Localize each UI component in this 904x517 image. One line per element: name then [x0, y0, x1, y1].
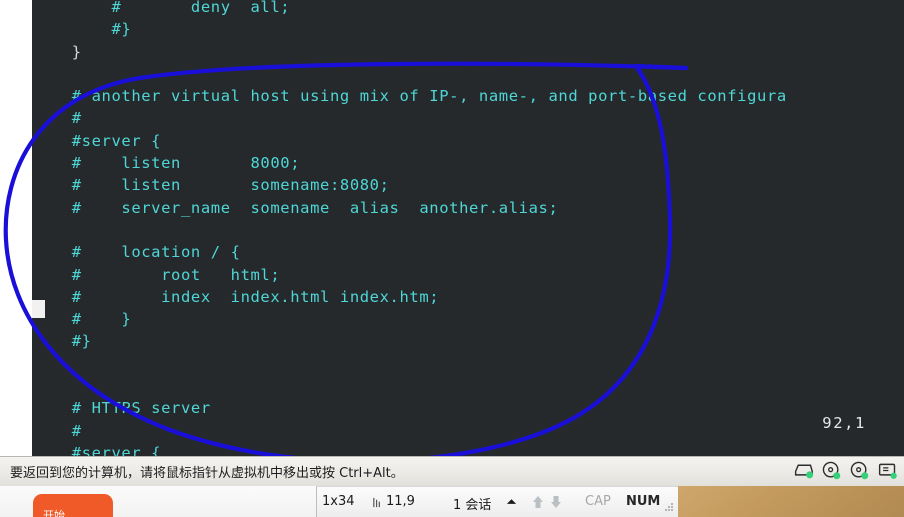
screen-root: # deny all; #} } # another virtual host …: [0, 0, 904, 517]
terminal-line: # listen somename:8080;: [32, 176, 390, 195]
chevron-up-icon[interactable]: [506, 498, 517, 506]
terminal-line: # server_name somename alias another.ali…: [32, 198, 559, 217]
xshell-terminal-size: 1x34: [322, 494, 355, 509]
terminal-line: # deny all;: [32, 0, 291, 16]
terminal-line: # }: [32, 310, 132, 329]
xshell-session-count: 1 会话: [453, 498, 492, 513]
vmware-status-message: 要返回到您的计算机，请将鼠标指针从虚拟机中移出或按 Ctrl+Alt。: [10, 466, 404, 481]
vmware-device-icons: [793, 460, 898, 481]
terminal-line: # listen 8000;: [32, 154, 301, 173]
hard-disk-icon[interactable]: [793, 460, 814, 481]
vim-ruler: 92,1: [822, 414, 866, 432]
terminal-line: #}: [32, 20, 132, 39]
download-arrow-icon: [551, 496, 561, 508]
vm-left-gutter: [0, 0, 32, 456]
terminal-line: }: [32, 42, 82, 61]
terminal-line: # HTTPS server: [32, 399, 211, 418]
network-adapter-icon[interactable]: [877, 460, 898, 481]
start-button[interactable]: 开始: [33, 494, 113, 517]
terminal-line: # index index.html index.htm;: [32, 287, 440, 306]
resize-grip-icon[interactable]: [665, 503, 675, 513]
num-lock-indicator: NUM: [626, 494, 661, 509]
terminal-pane[interactable]: # deny all; #} } # another virtual host …: [32, 0, 904, 456]
start-button-label: 开始: [43, 509, 65, 517]
terminal-line: # location / {: [32, 243, 241, 262]
os-taskbar: 开始 1x34 11,9 1 会话 CAP NUM: [0, 486, 904, 517]
vmware-status-bar: 要返回到您的计算机，请将鼠标指针从虚拟机中移出或按 Ctrl+Alt。: [0, 456, 904, 486]
desktop-wallpaper-strip: [674, 486, 904, 517]
xshell-status-bar: [316, 486, 678, 517]
terminal-line: # another virtual host using mix of IP-,…: [32, 87, 787, 106]
cd-drive-icon-2[interactable]: [849, 460, 870, 481]
cd-drive-icon[interactable]: [821, 460, 842, 481]
terminal-line: #}: [32, 332, 92, 351]
terminal-line: #: [32, 421, 82, 440]
terminal-line: # root html;: [32, 265, 281, 284]
upload-arrow-icon: [533, 496, 543, 508]
xshell-cursor-position: 11,9: [386, 494, 415, 509]
terminal-line: #: [32, 109, 82, 128]
terminal-text: # deny all; #} } # another virtual host …: [32, 0, 904, 456]
caps-lock-indicator: CAP: [585, 494, 611, 509]
terminal-line: #server {: [32, 131, 162, 150]
cursor-position-icon: [373, 497, 380, 508]
terminal-line: #server {: [32, 443, 162, 456]
terminal-selection-block: [32, 300, 45, 318]
